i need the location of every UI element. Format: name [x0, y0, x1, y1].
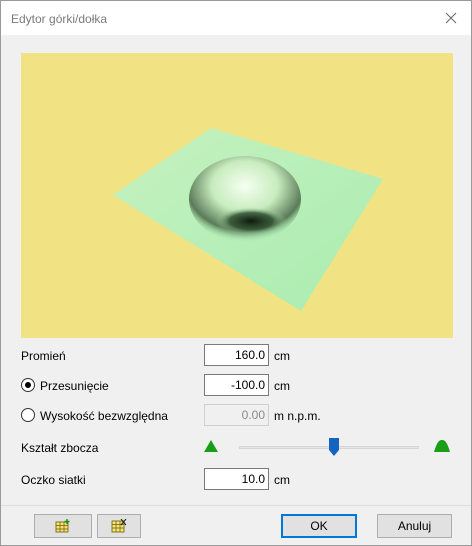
- mesh-unit: cm: [274, 473, 290, 487]
- close-icon: [445, 12, 457, 24]
- dialog-window: Edytor górki/dołka Promień 160.0 cm Prze…: [0, 0, 472, 546]
- mesh-input[interactable]: 10.0: [204, 468, 269, 490]
- offset-unit: cm: [274, 379, 290, 393]
- grid-remove-icon: [111, 519, 127, 533]
- close-button[interactable]: [431, 1, 471, 35]
- grid-remove-button[interactable]: [97, 514, 141, 538]
- gentle-slope-icon: [434, 440, 450, 452]
- steep-slope-icon: [204, 440, 218, 452]
- radius-row: Promień 160.0 cm: [21, 344, 453, 368]
- footer-separator: [1, 505, 471, 506]
- cancel-button[interactable]: Anuluj: [377, 514, 452, 538]
- ok-button[interactable]: OK: [281, 514, 357, 538]
- slider-thumb[interactable]: [329, 438, 340, 456]
- window-title: Edytor górki/dołka: [11, 12, 108, 26]
- offset-radio[interactable]: [21, 378, 35, 392]
- absolute-height-radio[interactable]: [21, 408, 35, 422]
- absolute-height-label[interactable]: Wysokość bezwzględna: [40, 409, 168, 423]
- mesh-label: Oczko siatki: [21, 473, 86, 487]
- absolute-height-input: 0.00: [204, 404, 269, 426]
- title-bar: Edytor górki/dołka: [1, 1, 471, 35]
- grid-add-icon: [55, 519, 70, 533]
- absolute-height-row: Wysokość bezwzględna 0.00 m n.p.m.: [21, 404, 453, 428]
- offset-label[interactable]: Przesunięcie: [40, 379, 109, 393]
- absolute-height-unit: m n.p.m.: [274, 409, 321, 423]
- radius-unit: cm: [274, 349, 290, 363]
- terrain-surface-graphic: [113, 128, 383, 311]
- radius-input[interactable]: 160.0: [204, 344, 269, 366]
- slope-shape-label: Kształt zbocza: [21, 441, 99, 455]
- terrain-preview: [21, 53, 453, 338]
- mesh-row: Oczko siatki 10.0 cm: [21, 468, 453, 492]
- grid-add-button[interactable]: [34, 514, 92, 538]
- slope-shape-row: Kształt zbocza: [21, 436, 453, 460]
- radius-label: Promień: [21, 349, 66, 363]
- offset-input[interactable]: -100.0: [204, 374, 269, 396]
- offset-row: Przesunięcie -100.0 cm: [21, 374, 453, 398]
